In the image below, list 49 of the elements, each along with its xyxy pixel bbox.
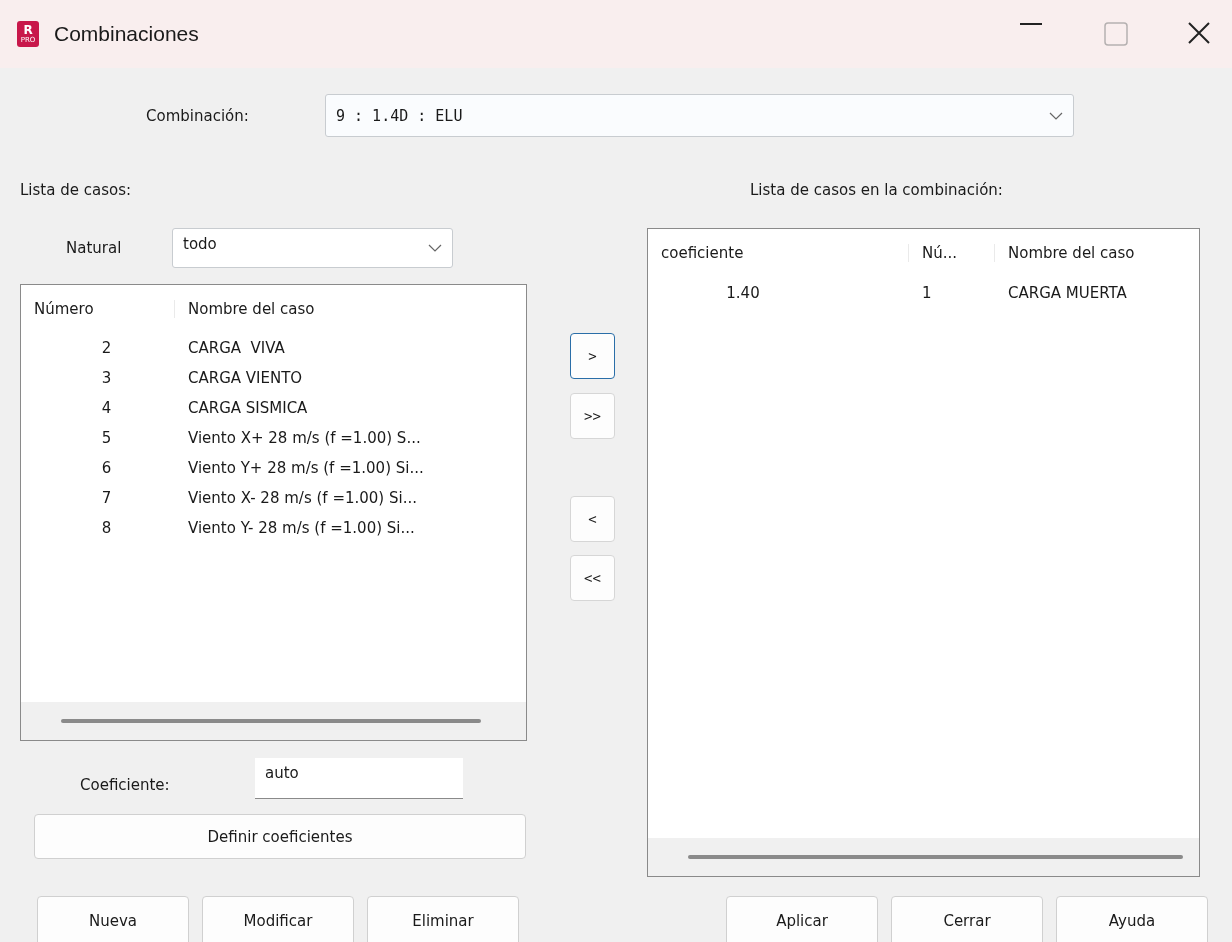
filter-dropdown[interactable]: todo <box>172 228 453 268</box>
combination-dropdown[interactable]: 9 : 1.4D : ELU <box>325 94 1074 137</box>
column-header[interactable]: coeficiente <box>648 244 908 262</box>
define-coefficients-button[interactable]: Definir coeficientes <box>34 814 526 859</box>
action-button[interactable]: Cerrar <box>891 896 1043 942</box>
move-button[interactable]: << <box>570 555 615 601</box>
case-number: 2 <box>100 339 113 357</box>
case-name: Viento X- 28 m/s (f =1.00) Si... <box>187 489 418 507</box>
chevron-icon <box>428 244 442 252</box>
combination-cases-label: Lista de casos en la combinación: <box>750 180 1004 201</box>
scrollbar[interactable] <box>61 719 481 723</box>
column-header[interactable]: Nú... <box>908 244 994 262</box>
maximize-icon[interactable] <box>1104 22 1128 46</box>
column-header[interactable]: Nombre del caso <box>994 244 1199 262</box>
move-button[interactable]: >> <box>570 393 615 439</box>
coefficient-field[interactable]: auto <box>255 758 463 799</box>
scrollbar[interactable] <box>688 855 1183 859</box>
case-name: Viento Y- 28 m/s (f =1.00) Si... <box>187 519 416 537</box>
case-number: 3 <box>100 369 113 387</box>
case-number: 7 <box>100 489 113 507</box>
cases-list-label: Lista de casos: <box>20 180 132 201</box>
case-name: Viento X+ 28 m/s (f =1.00) S... <box>187 429 422 447</box>
coefficient-value: 1.40 <box>725 284 761 302</box>
case-name: CARGA VIENTO <box>187 369 304 387</box>
close-icon[interactable] <box>1188 22 1210 44</box>
case-number: 6 <box>100 459 113 477</box>
case-name: CARGA VIVA <box>187 339 286 357</box>
case-number: 1 <box>921 284 933 302</box>
action-button[interactable]: Modificar <box>202 896 354 942</box>
combination-label: Combinación: <box>146 106 250 125</box>
action-button[interactable]: Nueva <box>37 896 189 942</box>
window-title: Combinaciones <box>54 22 199 46</box>
action-button[interactable]: Aplicar <box>726 896 878 942</box>
coefficient-label: Coeficiente: <box>80 774 171 794</box>
filter-label: Natural <box>66 239 123 257</box>
action-button[interactable]: Eliminar <box>367 896 519 942</box>
case-name: CARGA SISMICA <box>187 399 309 417</box>
column-header[interactable]: Número <box>21 300 174 318</box>
case-number: 4 <box>100 399 113 417</box>
case-name: Viento Y+ 28 m/s (f =1.00) Si... <box>187 459 425 477</box>
action-button[interactable]: Ayuda <box>1056 896 1208 942</box>
move-button[interactable]: < <box>570 496 615 542</box>
column-header[interactable]: Nombre del caso <box>174 300 526 318</box>
case-number: 5 <box>100 429 113 447</box>
minimize-icon[interactable] <box>1020 22 1042 26</box>
move-button[interactable]: > <box>570 333 615 379</box>
case-name: CARGA MUERTA <box>1007 284 1128 302</box>
chevron-icon <box>1049 111 1063 120</box>
case-number: 8 <box>100 519 113 537</box>
